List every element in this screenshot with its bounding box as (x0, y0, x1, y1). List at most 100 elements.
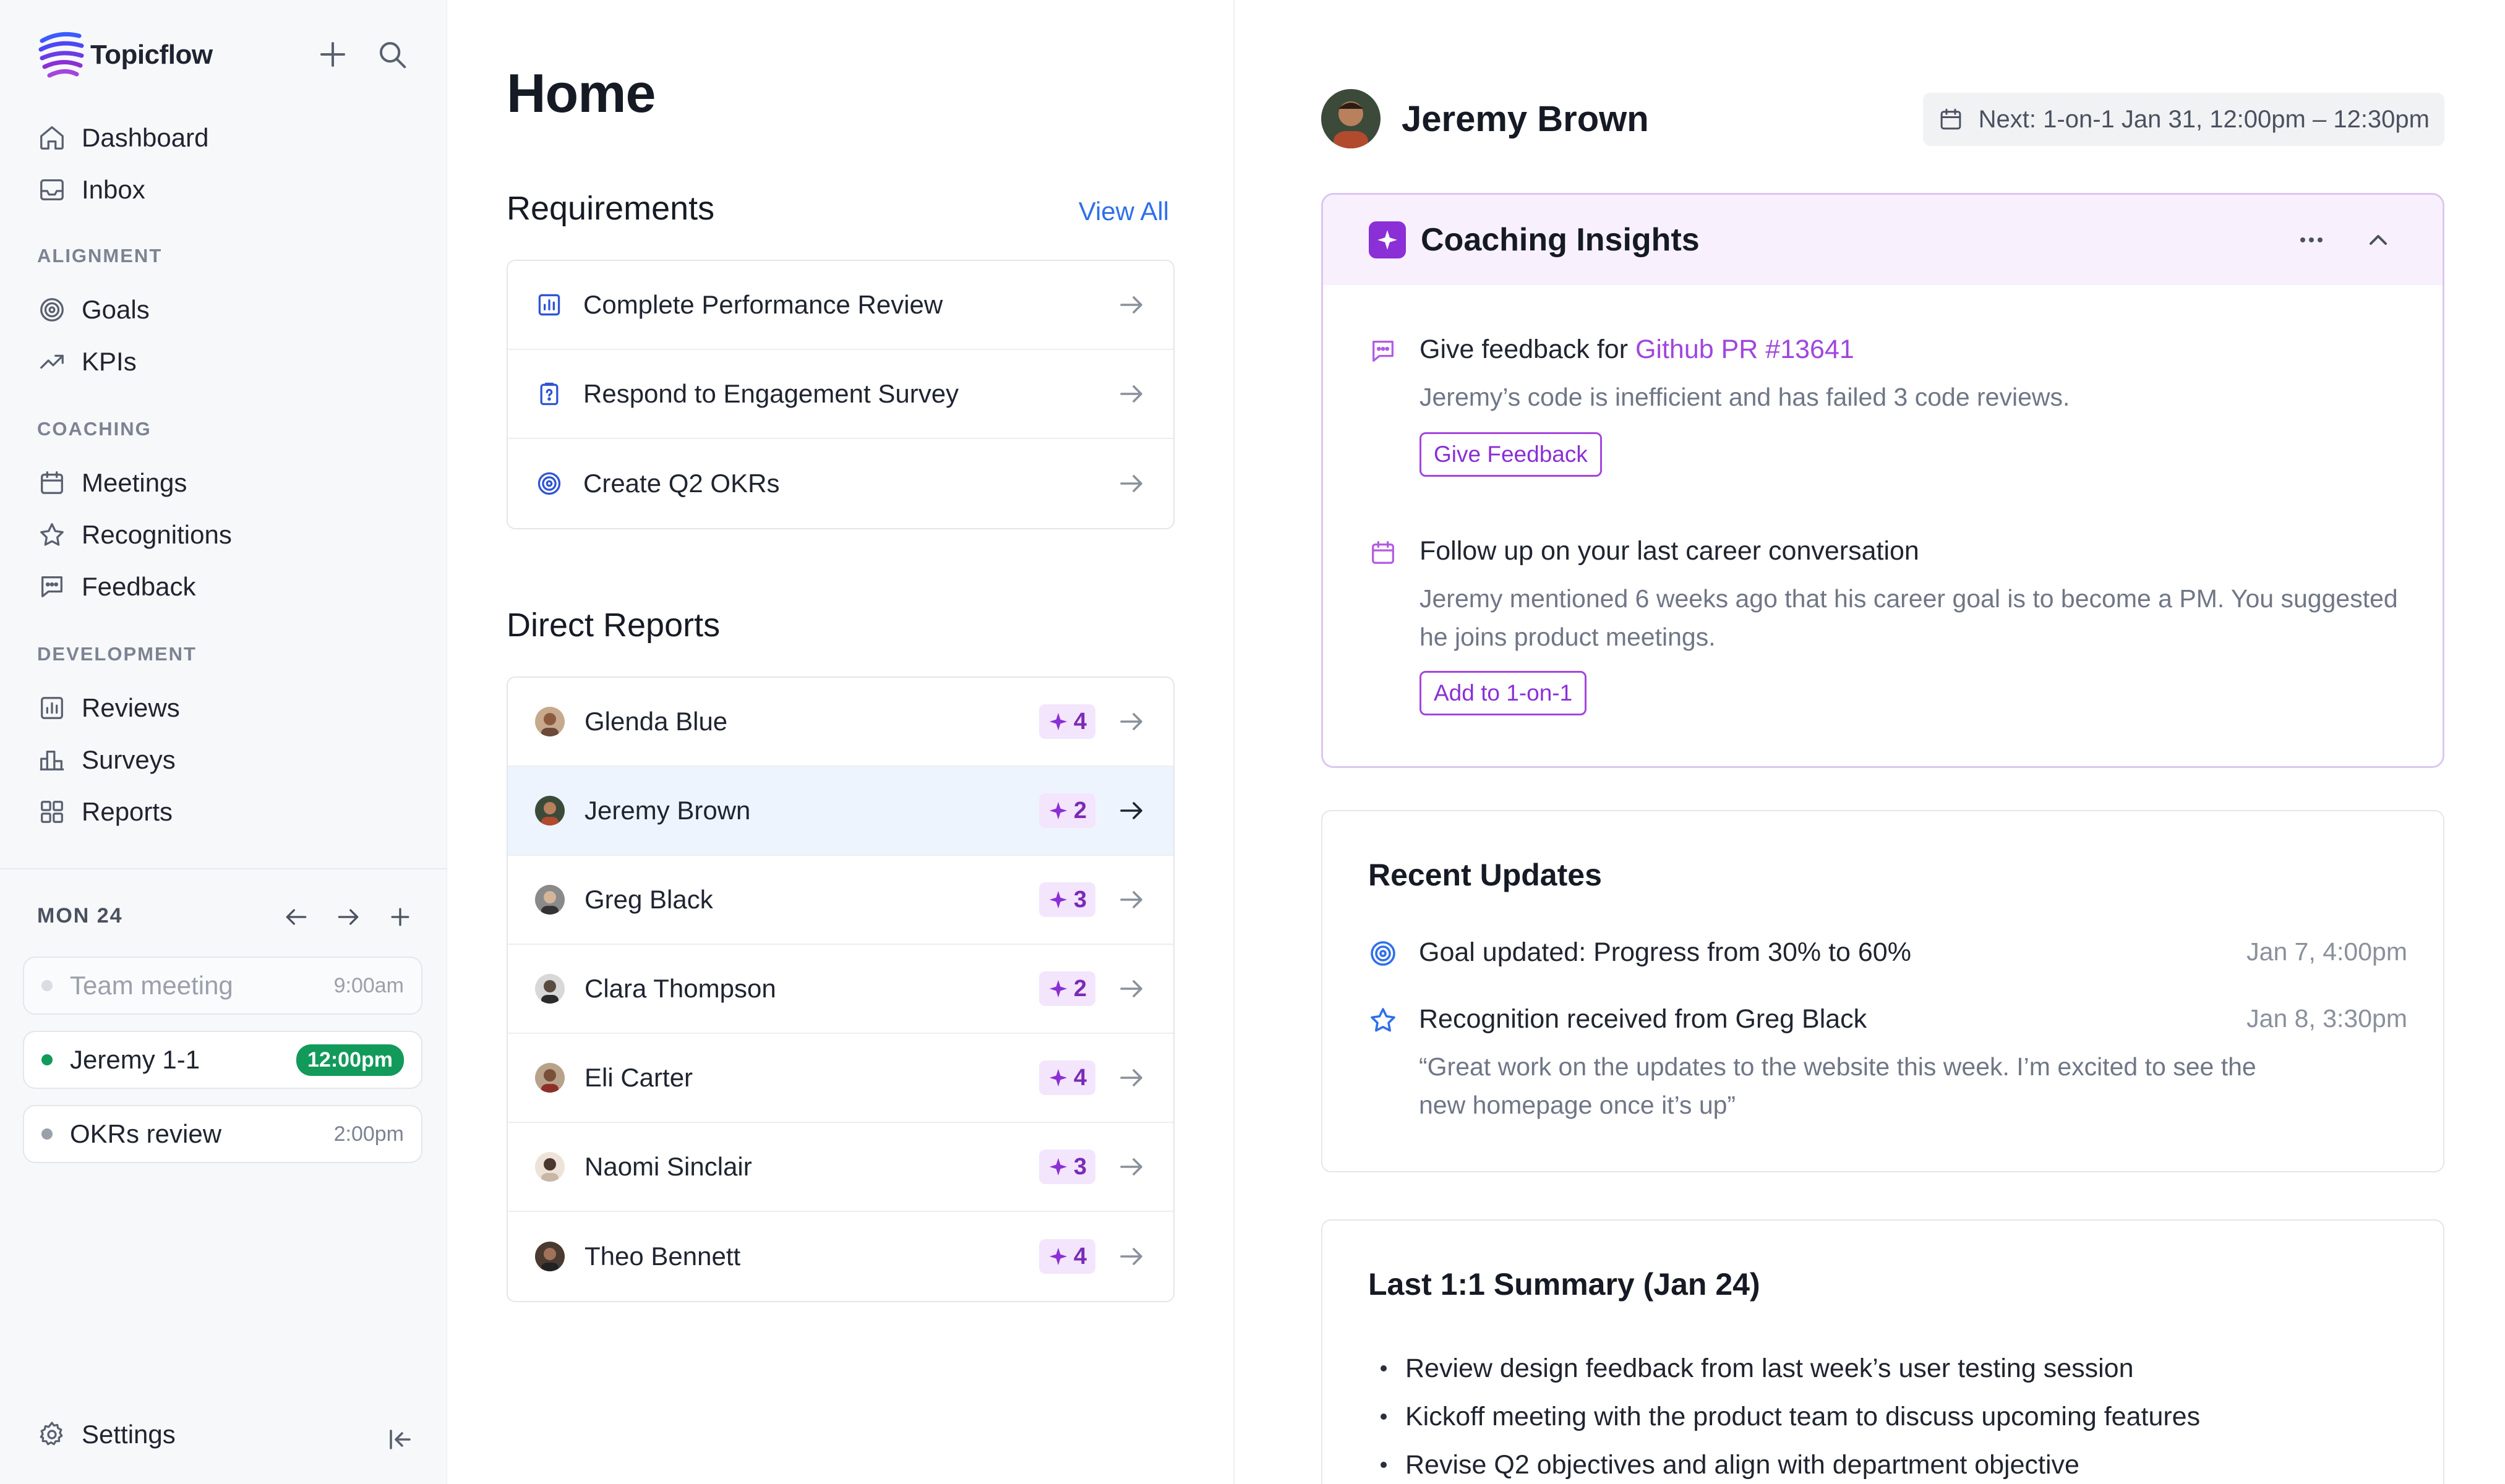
insight-title: Follow up on your last career conversati… (1419, 536, 1919, 566)
insight-description: Jeremy’s code is inefficient and has fai… (1419, 383, 2070, 411)
new-item-button[interactable] (314, 36, 351, 73)
star-icon (1368, 1005, 1398, 1035)
direct-report-row[interactable]: Naomi Sinclair 3 (508, 1123, 1173, 1212)
target-icon (1368, 939, 1398, 968)
recognition-quote: “Great work on the updates to the websit… (1419, 1052, 2256, 1119)
collapse-sidebar-button[interactable] (385, 1425, 418, 1458)
requirement-item[interactable]: Create Q2 OKRs (508, 439, 1173, 528)
insight-count: 4 (1073, 708, 1087, 735)
nav-label: Feedback (82, 572, 196, 601)
direct-report-row[interactable]: Greg Black 3 (508, 856, 1173, 945)
summary-text: Revise Q2 objectives and align with depa… (1405, 1449, 2079, 1480)
calendar-event[interactable]: Jeremy 1-1 12:00pm (23, 1031, 422, 1089)
calendar-add-button[interactable] (383, 900, 417, 934)
add-to-1on1-button[interactable]: Add to 1-on-1 (1419, 671, 1587, 715)
calendar-event[interactable]: Team meeting 9:00am (23, 957, 422, 1015)
avatar (535, 1242, 565, 1271)
give-feedback-button[interactable]: Give Feedback (1419, 432, 1602, 477)
report-name: Glenda Blue (584, 707, 728, 736)
topicflow-logo-icon (38, 32, 84, 78)
nav-inbox[interactable]: Inbox (37, 167, 408, 213)
direct-report-row[interactable]: Eli Carter 4 (508, 1034, 1173, 1123)
summary-item: Revise Q2 objectives and align with depa… (1381, 1441, 2200, 1484)
settings-label: Settings (82, 1420, 176, 1449)
update-text: Goal updated: Progress from 30% to 60% (1419, 937, 1911, 967)
report-name: Greg Black (584, 885, 713, 914)
requirement-item[interactable]: Respond to Engagement Survey (508, 350, 1173, 439)
insight-count: 2 (1073, 797, 1087, 824)
nav-settings[interactable]: Settings (37, 1420, 176, 1449)
report-name: Naomi Sinclair (584, 1152, 752, 1181)
sidebar-divider (0, 868, 447, 869)
direct-report-row[interactable]: Clara Thompson 2 (508, 945, 1173, 1034)
insight-count-badge: 4 (1038, 1060, 1095, 1095)
nav-reports[interactable]: Reports (37, 789, 408, 835)
calendar-prev-button[interactable] (280, 900, 313, 934)
inbox-icon (37, 175, 67, 205)
coaching-insights-title: Coaching Insights (1421, 222, 1700, 258)
view-all-link[interactable]: View All (1079, 197, 1169, 226)
summary-list: Review design feedback from last week’s … (1381, 1344, 2200, 1484)
arrow-right-icon (1116, 290, 1146, 320)
summary-text: Kickoff meeting with the product team to… (1405, 1401, 2201, 1431)
nav-label: Reports (82, 797, 173, 826)
direct-report-row[interactable]: Theo Bennett 4 (508, 1212, 1173, 1301)
insight-count-badge: 2 (1038, 793, 1095, 828)
bullet-dot (1381, 1414, 1387, 1420)
requirement-item[interactable]: Complete Performance Review (508, 261, 1173, 350)
page-title: Home (507, 62, 656, 124)
more-horizontal-icon (2300, 237, 2323, 242)
nav-recognitions[interactable]: Recognitions (37, 512, 408, 558)
summary-item: Review design feedback from last week’s … (1381, 1344, 2200, 1392)
nav-meetings[interactable]: Meetings (37, 460, 408, 506)
report-name: Theo Bennett (584, 1242, 741, 1271)
coaching-insights-card: Coaching Insights Give feedback for Gith… (1321, 193, 2444, 768)
nav-label: Surveys (82, 745, 176, 774)
sparkle-icon (1049, 1247, 1068, 1266)
insight-count: 4 (1073, 1243, 1087, 1269)
sparkle-icon (1049, 979, 1068, 998)
direct-report-row[interactable]: Jeremy Brown 2 (508, 767, 1173, 856)
insight-count: 4 (1073, 1064, 1087, 1091)
calendar-next-button[interactable] (332, 900, 365, 934)
plus-icon (320, 41, 346, 67)
trend-up-icon (37, 347, 67, 377)
arrow-right-icon (1116, 707, 1146, 736)
bullet-dot (1381, 1365, 1387, 1371)
insight-title-text: Give feedback for (1419, 335, 1635, 364)
plus-icon (391, 908, 409, 926)
insight-count-badge: 4 (1038, 704, 1095, 739)
calendar-event[interactable]: OKRs review 2:00pm (23, 1105, 422, 1163)
event-time: 12:00pm (296, 1044, 404, 1076)
nav-dashboard[interactable]: Dashboard (37, 115, 408, 161)
github-pr-link[interactable]: Github PR #13641 (1635, 335, 1854, 364)
nav-feedback[interactable]: Feedback (37, 564, 408, 610)
search-button[interactable] (374, 36, 411, 73)
nav-surveys[interactable]: Surveys (37, 737, 408, 783)
bar-chart-icon (37, 693, 67, 723)
nav-label: Recognitions (82, 520, 232, 549)
direct-reports-heading: Direct Reports (507, 607, 721, 644)
arrow-right-icon (1116, 796, 1146, 825)
next-meeting-pill[interactable]: Next: 1-on-1 Jan 31, 12:00pm – 12:30pm (1922, 93, 2444, 146)
avatar (535, 796, 565, 825)
nav-goals[interactable]: Goals (37, 287, 408, 333)
nav-kpis[interactable]: KPIs (37, 339, 408, 385)
more-options-button[interactable] (2293, 221, 2330, 258)
insight-count-badge: 4 (1038, 1239, 1095, 1274)
insight-count-badge: 3 (1038, 882, 1095, 917)
event-title: OKRs review (70, 1119, 222, 1148)
arrow-right-icon (338, 909, 359, 925)
calendar-icon (1940, 108, 1961, 130)
event-status-dot (41, 1054, 53, 1065)
collapse-insights-button[interactable] (2360, 221, 2397, 258)
recent-updates-title: Recent Updates (1368, 858, 1602, 892)
person-detail: Jeremy Brown Next: 1-on-1 Jan 31, 12:00p… (1235, 0, 2505, 1484)
update-text: Recognition received from Greg Black (1419, 1004, 1867, 1034)
grid-icon (37, 797, 67, 827)
nav-label: Dashboard (82, 123, 209, 152)
direct-report-row[interactable]: Glenda Blue 4 (508, 678, 1173, 767)
nav-reviews[interactable]: Reviews (37, 685, 408, 731)
requirements-heading: Requirements (507, 190, 715, 227)
brand[interactable]: Topicflow (37, 27, 213, 83)
